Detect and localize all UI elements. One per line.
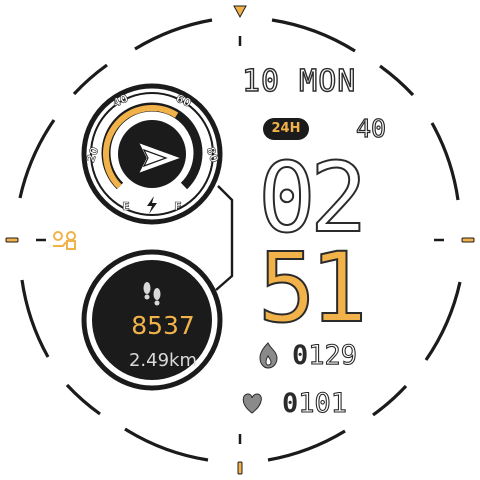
flame-icon [259,342,278,369]
fuel-gauge: 20 40 60 80 E F [81,83,223,225]
calories-digits: 129 [308,339,358,371]
calories-lead-digit: 0 [292,340,309,371]
dial-svg: 20 40 60 80 E F [5,5,475,475]
heart-icon [242,393,262,414]
outer-dial-ring [18,18,462,462]
calories-value[interactable]: 0129 [292,339,358,371]
heart-rate-lead-digit: 0 [282,388,299,419]
shortcut-icon[interactable] [53,231,76,250]
date-label: 10 MON [241,63,357,99]
time-format-badge[interactable]: 24H [263,118,309,140]
steps-count[interactable]: 8537 [108,311,218,340]
orange-markers [5,5,475,475]
watch-face: 20 40 60 80 E F 10 MON 24H 40 02 51 8537… [0,0,480,480]
gauge-full-label: F [174,200,182,213]
heart-rate-digits: 101 [298,387,348,419]
seconds-display: 40 [355,113,387,143]
triangle-marker-icon [233,5,247,19]
gauge-connector [215,185,234,291]
heart-rate-value[interactable]: 0101 [282,387,348,419]
hour-ticks [36,36,444,444]
minute-display: 51 [257,232,369,344]
distance-value: 2.49km [128,350,198,371]
gauge-empty-label: E [122,200,130,213]
